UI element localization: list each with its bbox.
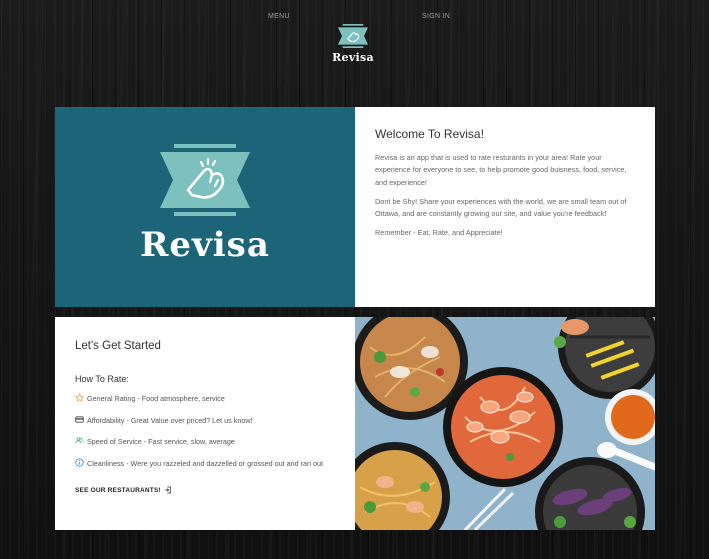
nav-signin-link[interactable]: SIGN IN: [422, 13, 450, 20]
get-started-title: Let's Get Started: [75, 340, 161, 352]
rate-item-text: Cleanliness - Were you razzeled and dazz…: [87, 458, 323, 468]
enter-icon: [164, 486, 171, 494]
top-navigation: MENU SIGN IN Revisa: [0, 0, 709, 80]
welcome-paragraph: Remember - Eat, Rate, and Appreciate!: [375, 228, 503, 238]
nav-menu-link[interactable]: MENU: [268, 13, 290, 20]
welcome-paragraph: Revisa is an app that is used to rate re…: [375, 153, 627, 187]
welcome-paragraph: Dont be Shy! Share your experiences with…: [375, 196, 627, 219]
people-icon: [75, 437, 84, 444]
get-started-panel: Let's Get Started How To Rate: General R…: [55, 317, 355, 530]
rate-item-speed: Speed of Service - Fast service, slow, a…: [75, 436, 335, 448]
food-bowls-illustration: [355, 317, 655, 530]
welcome-title: Welcome To Revisa!: [375, 127, 484, 141]
nav-logo-text: Revisa: [332, 51, 374, 64]
nav-logo[interactable]: Revisa: [330, 24, 376, 64]
rate-item-general: General Rating - Food atmosphere, servic…: [75, 393, 335, 405]
welcome-panel: Welcome To Revisa! Revisa is an app that…: [355, 107, 655, 307]
hero-brand-text: Revisa: [140, 225, 270, 265]
how-to-rate-heading: How To Rate:: [75, 374, 129, 384]
info-icon: [75, 457, 84, 467]
food-photo: [355, 317, 655, 530]
rate-item-text: Affordability - Great Value over priced?…: [87, 415, 253, 425]
hand-ribbon-logo-icon: [338, 24, 368, 48]
see-restaurants-label: SEE OUR RESTAURANTS!: [75, 487, 161, 494]
credit-card-icon: [75, 416, 84, 422]
star-icon: [75, 393, 84, 402]
hero-logo-panel: Revisa: [55, 107, 355, 307]
rate-item-text: Speed of Service - Fast service, slow, a…: [87, 437, 235, 446]
rate-item-cleanliness: Cleanliness - Were you razzeled and dazz…: [75, 457, 335, 470]
rate-item-affordability: Affordability - Great Value over priced?…: [75, 415, 335, 427]
hand-ribbon-logo-icon: [160, 144, 250, 216]
see-restaurants-button[interactable]: SEE OUR RESTAURANTS!: [75, 486, 172, 494]
rate-item-text: General Rating - Food atmosphere, servic…: [87, 394, 225, 403]
